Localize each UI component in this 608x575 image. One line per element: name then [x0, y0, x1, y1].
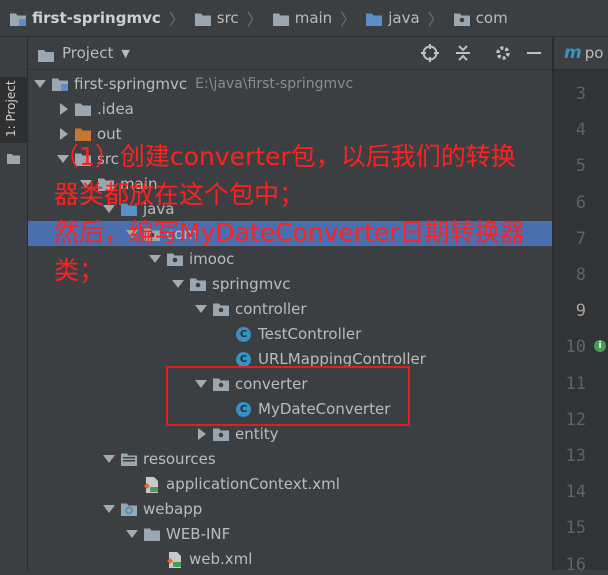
- chevron-right-icon: 〉: [427, 10, 444, 29]
- breadcrumb-label: src: [216, 9, 239, 27]
- package-icon: [213, 302, 229, 316]
- web-folder-icon: [121, 502, 137, 516]
- line-number: 14: [565, 482, 586, 503]
- chevron-down-icon[interactable]: [126, 528, 138, 540]
- folder-icon: [75, 102, 91, 116]
- tree-item-label: controller: [235, 299, 307, 318]
- tree-item[interactable]: webapp: [28, 496, 552, 521]
- folder-icon: [10, 12, 26, 26]
- chevron-down-icon[interactable]: [103, 453, 115, 465]
- chevron-down-icon[interactable]: [195, 303, 207, 315]
- folder-icon: [194, 12, 211, 26]
- collapse-all-icon[interactable]: [454, 44, 472, 62]
- folder-icon: [453, 12, 470, 26]
- line-number: 11: [565, 373, 586, 394]
- tree-item[interactable]: controller: [28, 296, 552, 321]
- line-number: 12: [565, 409, 586, 430]
- gear-icon[interactable]: [494, 44, 512, 62]
- breadcrumb-item[interactable]: main 〉: [272, 6, 357, 30]
- navigation-breadcrumb: first-springmvc 〉 src 〉 main 〉 java 〉 com: [0, 0, 608, 37]
- breadcrumb-label: main: [294, 9, 333, 27]
- tree-item-path: E:\java\first-springmvc: [195, 75, 354, 92]
- tree-item[interactable]: first-springmvc E:\java\first-springmvc: [28, 71, 552, 96]
- breadcrumb-item[interactable]: src 〉: [194, 6, 263, 30]
- class-icon: C: [236, 351, 252, 367]
- chevron-down-icon[interactable]: [34, 78, 46, 90]
- tree-item-label: first-springmvc: [74, 74, 188, 93]
- chevron-right-icon[interactable]: [195, 427, 207, 440]
- annotation-line-3: 然后，编写MyDateConverter日期转换器: [54, 218, 525, 247]
- package-icon: [213, 427, 229, 441]
- info-marker-icon[interactable]: i: [594, 340, 606, 352]
- project-panel-title[interactable]: Project: [62, 44, 113, 62]
- maven-file-icon: m: [564, 43, 582, 63]
- folder-icon: [366, 12, 383, 26]
- folder-icon: [272, 12, 289, 26]
- chevron-right-icon[interactable]: [57, 102, 69, 115]
- line-number: 16: [565, 554, 586, 575]
- tree-item[interactable]: .idea: [28, 96, 552, 121]
- editor-tab-pom[interactable]: m po: [554, 37, 608, 70]
- breadcrumb-label: com: [475, 9, 508, 27]
- structure-folder-icon[interactable]: [7, 149, 20, 164]
- project-tab-label: 1: Project: [4, 80, 18, 137]
- breadcrumb-label: first-springmvc: [32, 9, 161, 27]
- converter-highlight-box: [166, 366, 410, 426]
- editor-tab-label: po: [584, 44, 604, 62]
- breadcrumb-item[interactable]: java 〉: [366, 6, 444, 30]
- resources-folder-icon: [121, 452, 137, 466]
- line-number: 15: [565, 518, 586, 539]
- minimize-icon[interactable]: [525, 44, 543, 62]
- breadcrumb-label: java: [388, 9, 420, 27]
- tree-item-label: .idea: [97, 99, 134, 118]
- tree-item-label: webapp: [143, 499, 203, 518]
- locate-target-icon[interactable]: [421, 44, 439, 62]
- tree-item-label: entity: [235, 424, 279, 443]
- project-tool-window-tab[interactable]: 1: Project: [0, 77, 27, 143]
- annotation-line-2: 器类都放在这个包中；: [54, 180, 305, 209]
- chevron-down-icon[interactable]: [103, 503, 115, 515]
- chevron-right-icon: 〉: [168, 10, 185, 29]
- chevron-right-icon: 〉: [340, 10, 357, 29]
- annotation-line-4: 类；: [54, 256, 105, 285]
- tree-item-label: resources: [143, 449, 216, 468]
- module-folder-icon: [52, 77, 68, 91]
- line-number: 9: [575, 301, 586, 322]
- line-number: 3: [575, 84, 586, 104]
- tree-item-label: applicationContext.xml: [166, 474, 340, 493]
- xml-file-icon: [167, 551, 183, 568]
- project-panel-header: Project ▼: [28, 37, 552, 70]
- tree-item-label: TestController: [258, 324, 362, 343]
- annotation-line-1: （1）创建converter包，以后我们的转换: [54, 142, 516, 171]
- class-icon: C: [236, 326, 252, 342]
- breadcrumb-item[interactable]: com: [453, 9, 508, 27]
- tree-item[interactable]: C TestController: [28, 321, 552, 346]
- xml-file-icon: [144, 476, 160, 493]
- annotation-overlay: （1）创建converter包，以后我们的转换 器类都放在这个包中； 然后，编写…: [54, 138, 608, 290]
- tree-item[interactable]: applicationContext.xml: [28, 471, 552, 496]
- tree-item-label: WEB-INF: [166, 524, 231, 543]
- tree-item[interactable]: resources: [28, 446, 552, 471]
- line-number: 10: [565, 337, 586, 358]
- breadcrumb-item[interactable]: first-springmvc 〉: [10, 6, 185, 30]
- left-tool-stripe: 1: Project: [0, 37, 28, 570]
- project-folder-icon: [38, 47, 54, 62]
- tree-item[interactable]: web.xml: [28, 546, 552, 570]
- line-number: 13: [565, 446, 586, 466]
- folder-icon: [144, 527, 160, 541]
- tree-item-label: URLMappingController: [258, 349, 426, 368]
- chevron-down-icon[interactable]: ▼: [121, 47, 129, 60]
- tree-item-label: web.xml: [189, 549, 253, 568]
- chevron-right-icon: 〉: [246, 10, 263, 29]
- tree-item[interactable]: WEB-INF: [28, 521, 552, 546]
